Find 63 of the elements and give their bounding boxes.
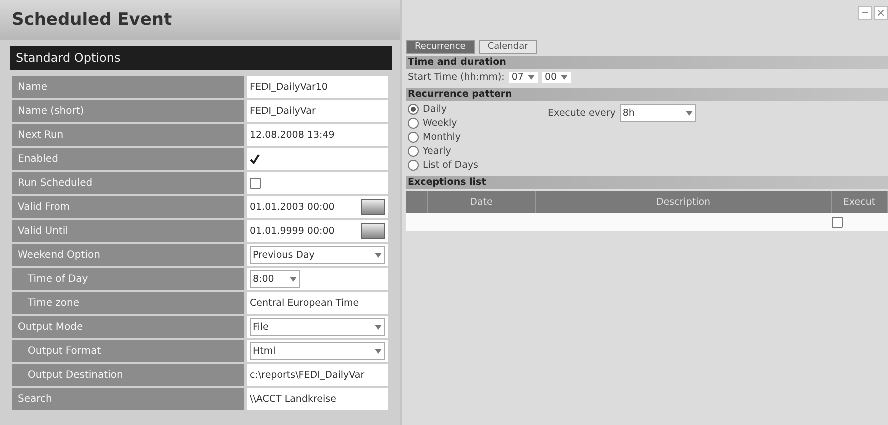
dropdown[interactable]: 8h — [620, 104, 696, 122]
dropdown[interactable]: 8:00 — [250, 270, 300, 288]
radio-button[interactable] — [408, 146, 419, 157]
value-cell: \\ACCT Landkreise — [247, 388, 388, 410]
field-label: Time zone — [12, 292, 244, 314]
radio-button[interactable] — [408, 118, 419, 129]
field-label: Run Scheduled — [12, 172, 244, 194]
dropdown-arrow-icon — [528, 75, 535, 80]
minimize-button[interactable] — [858, 6, 872, 20]
radio-button[interactable] — [408, 104, 419, 115]
field-label: Valid From — [12, 196, 244, 218]
close-button[interactable] — [874, 6, 888, 20]
section-header: Exceptions list — [406, 176, 888, 189]
minimize-icon — [862, 10, 868, 16]
section-header: Standard Options — [10, 46, 392, 70]
dropdown-arrow-icon — [290, 276, 297, 282]
field-label: Next Run — [12, 124, 244, 146]
date-text: 01.01.2003 00:00 — [250, 202, 335, 212]
value-cell: Central European Time — [247, 292, 388, 314]
section-header: Recurrence pattern — [406, 88, 888, 101]
window-title: Scheduled Event — [0, 0, 400, 40]
radio-label: Daily — [423, 104, 448, 115]
dropdown-arrow-icon — [375, 252, 382, 258]
tab[interactable]: Calendar — [478, 40, 538, 54]
calendar-button[interactable] — [361, 223, 385, 239]
checkbox[interactable] — [832, 216, 843, 228]
radio-label: Yearly — [423, 146, 452, 157]
dropdown-arrow-icon — [375, 324, 382, 330]
radio-label: List of Days — [423, 160, 479, 171]
calendar-button[interactable] — [361, 199, 385, 215]
close-icon — [878, 10, 884, 16]
tab[interactable]: Recurrence — [406, 40, 475, 54]
dropdown[interactable]: Html — [250, 342, 385, 360]
radio-button[interactable] — [408, 160, 419, 171]
section-header: Time and duration — [406, 56, 888, 69]
field-label: Output Mode — [12, 316, 244, 338]
minute-spinner[interactable]: 00 — [542, 72, 572, 83]
field-label: Output Format — [12, 340, 244, 362]
field-label: Enabled — [12, 148, 244, 170]
dropdown-arrow-icon — [686, 110, 693, 116]
value-cell: 12.08.2008 13:49 — [247, 124, 388, 146]
field-label: Weekend Option — [12, 244, 244, 266]
field-label: Output Destination — [12, 364, 244, 386]
dropdown[interactable]: File — [250, 318, 385, 336]
field-label: Start Time (hh:mm): — [408, 72, 505, 83]
field-label: Name — [12, 76, 244, 98]
dropdown[interactable]: Previous Day — [250, 246, 385, 264]
radio-button[interactable] — [408, 132, 419, 143]
field-label: Time of Day — [12, 268, 244, 290]
input-field[interactable]: c:\reports\FEDI_DailyVar — [247, 364, 388, 386]
field-label: Valid Until — [12, 220, 244, 242]
field-label: Execute every — [548, 108, 616, 118]
value-cell: FEDI_DailyVar — [247, 100, 388, 122]
hour-spinner[interactable]: 07 — [508, 72, 538, 83]
date-text: 01.01.9999 00:00 — [250, 226, 335, 236]
radio-label: Weekly — [423, 118, 458, 129]
dropdown-arrow-icon — [375, 348, 382, 354]
dropdown-arrow-icon — [561, 75, 568, 80]
checkbox[interactable] — [250, 178, 261, 188]
field-label: Search — [12, 388, 244, 410]
radio-label: Monthly — [423, 132, 462, 143]
field-label: Name (short) — [12, 100, 244, 122]
value-cell: FEDI_DailyVar10 — [247, 76, 388, 98]
